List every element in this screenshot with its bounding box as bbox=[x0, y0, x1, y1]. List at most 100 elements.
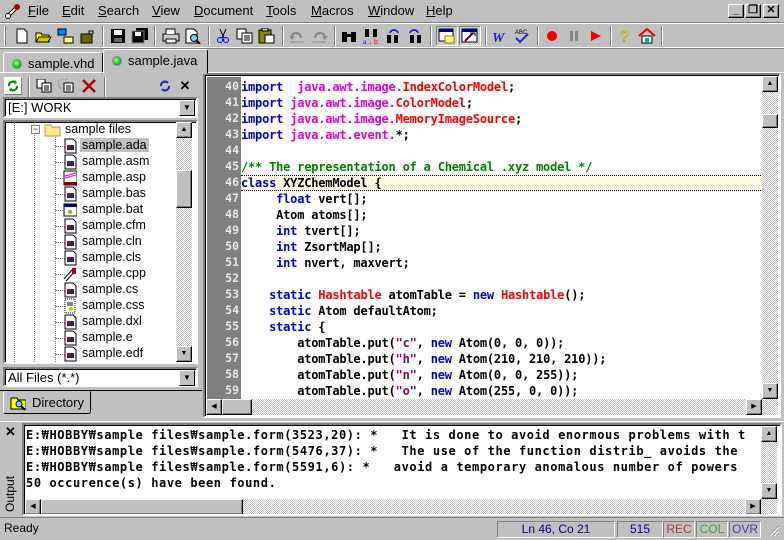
scroll-down-arrow-icon[interactable]: ▼ bbox=[176, 346, 192, 362]
scroll-thumb[interactable] bbox=[176, 170, 192, 208]
code-line[interactable]: static Atom defaultAtom; bbox=[241, 303, 438, 319]
pause-macro-button[interactable] bbox=[563, 26, 585, 46]
scroll-up-arrow-icon[interactable]: ▲ bbox=[176, 122, 192, 138]
close-output-button[interactable]: ✕ bbox=[5, 424, 16, 440]
code-line[interactable]: int tvert[]; bbox=[241, 223, 361, 239]
tree-file-item[interactable]: sample.cls bbox=[80, 250, 143, 266]
dropdown-arrow-icon[interactable]: ▼ bbox=[179, 370, 195, 386]
delete-file-button[interactable] bbox=[80, 77, 98, 95]
toolbar-grip[interactable] bbox=[4, 26, 6, 46]
spell-check-button[interactable]: ABC bbox=[511, 26, 533, 46]
collapse-toggle[interactable]: − bbox=[31, 125, 40, 134]
editor-vscrollbar[interactable]: ▲ ▼ bbox=[762, 76, 778, 399]
help-button[interactable]: ? bbox=[614, 26, 636, 46]
open-remote-button[interactable] bbox=[55, 26, 77, 46]
tree-file-item[interactable]: sample.bat bbox=[80, 202, 145, 218]
code-line[interactable]: Atom atoms[]; bbox=[241, 207, 368, 223]
code-line[interactable]: import java.awt.event.*; bbox=[241, 127, 410, 143]
menu-file[interactable]: File bbox=[28, 3, 49, 18]
scroll-right-arrow-icon[interactable]: ▶ bbox=[746, 399, 762, 415]
replace-button[interactable]: a→ b bbox=[360, 26, 382, 46]
sync-button[interactable] bbox=[156, 77, 174, 95]
menu-help[interactable]: Help bbox=[426, 3, 453, 18]
code-line[interactable]: int ZsortMap[]; bbox=[241, 239, 382, 255]
copy-file-button[interactable] bbox=[35, 77, 53, 95]
tree-file-item[interactable]: sample.bas bbox=[80, 186, 148, 202]
menu-view[interactable]: View bbox=[152, 3, 180, 18]
code-line[interactable]: int nvert, maxvert; bbox=[241, 255, 410, 271]
menu-tools[interactable]: Tools bbox=[266, 3, 296, 18]
play-macro-button[interactable] bbox=[585, 26, 607, 46]
output-line[interactable]: E:₩HOBBY₩sample files₩sample.form(5591,6… bbox=[26, 459, 738, 475]
tree-file-item[interactable]: sample.edf bbox=[80, 346, 145, 362]
output-vscrollbar[interactable]: ▲ ▼ bbox=[761, 426, 777, 499]
scroll-up-arrow-icon[interactable]: ▲ bbox=[762, 76, 778, 92]
move-file-button[interactable] bbox=[57, 77, 75, 95]
record-macro-button[interactable] bbox=[541, 26, 563, 46]
code-line[interactable]: float vert[]; bbox=[241, 191, 368, 207]
code-line[interactable]: atomTable.put("c", new Atom(0, 0, 0)); bbox=[241, 335, 564, 351]
save-all-button[interactable] bbox=[129, 26, 151, 46]
output-line[interactable]: 50 occurence(s) have been found. bbox=[26, 475, 276, 491]
output-line[interactable]: E:₩HOBBY₩sample files₩sample.form(3523,2… bbox=[26, 427, 746, 443]
find-previous-button[interactable] bbox=[404, 26, 426, 46]
scroll-down-arrow-icon[interactable]: ▼ bbox=[762, 383, 778, 399]
scroll-up-arrow-icon[interactable]: ▲ bbox=[761, 426, 777, 442]
new-file-button[interactable] bbox=[11, 26, 33, 46]
output-hscrollbar[interactable]: ◀ ▶ bbox=[25, 499, 777, 514]
home-button[interactable] bbox=[636, 26, 658, 46]
code-line[interactable]: import java.awt.image.MemoryImageSource; bbox=[241, 111, 522, 127]
refresh-tree-button[interactable] bbox=[4, 77, 22, 95]
code-line[interactable]: atomTable.put("h", new Atom(210, 210, 21… bbox=[241, 351, 606, 367]
tab-sample-vhd[interactable]: sample.vhd bbox=[3, 52, 103, 74]
tree-file-item[interactable]: sample.asm bbox=[80, 154, 151, 170]
minimize-button[interactable]: _ bbox=[728, 4, 744, 18]
tree-file-item[interactable]: sample.ada bbox=[80, 138, 149, 154]
toggle-output-button[interactable] bbox=[459, 26, 481, 46]
menu-search[interactable]: Search bbox=[98, 3, 139, 18]
resize-grip-icon[interactable] bbox=[766, 523, 780, 537]
code-line[interactable]: atomTable.put("n", new Atom(0, 0, 255)); bbox=[241, 367, 578, 383]
output-text[interactable]: E:₩HOBBY₩sample files₩sample.form(3523,2… bbox=[22, 423, 782, 516]
tree-file-item[interactable]: sample.cpp bbox=[80, 266, 148, 282]
tree-folder[interactable]: sample files bbox=[63, 122, 133, 138]
code-line[interactable]: import java.awt.image.ColorModel; bbox=[241, 95, 473, 111]
toggle-directory-button[interactable] bbox=[436, 26, 458, 46]
undo-button[interactable] bbox=[286, 26, 308, 46]
scroll-thumb[interactable] bbox=[222, 399, 252, 415]
editor-hscrollbar[interactable]: ◀ ▶ bbox=[206, 399, 778, 415]
code-line[interactable]: static Hashtable atomTable = new Hashtab… bbox=[241, 287, 585, 303]
redo-button[interactable] bbox=[308, 26, 330, 46]
tree-file-item[interactable]: sample.cln bbox=[80, 234, 144, 250]
menu-document[interactable]: Document bbox=[194, 3, 253, 18]
scroll-thumb[interactable] bbox=[41, 499, 243, 514]
word-wrap-button[interactable]: W bbox=[489, 26, 511, 46]
output-line[interactable]: E:₩HOBBY₩sample files₩sample.form(5476,3… bbox=[26, 443, 738, 459]
print-preview-button[interactable] bbox=[182, 26, 204, 46]
bone-app-icon[interactable] bbox=[5, 3, 23, 19]
menu-window[interactable]: Window bbox=[368, 3, 414, 18]
tree-scrollbar[interactable]: ▲ ▼ bbox=[176, 122, 192, 362]
find-button[interactable] bbox=[338, 26, 360, 46]
drive-select[interactable]: [E:] WORK ▼ bbox=[3, 97, 198, 118]
copy-button[interactable] bbox=[234, 26, 256, 46]
code-line[interactable]: static { bbox=[241, 319, 325, 335]
code-editor[interactable]: 40 41 42 43 44 45 46 47 48 49 50 51 52 53 54 55 56 57 58 59… bbox=[203, 73, 781, 418]
tree-file-item[interactable]: sample.cfm bbox=[80, 218, 148, 234]
dropdown-arrow-icon[interactable]: ▼ bbox=[179, 100, 195, 116]
tree-file-item[interactable]: sample.cs bbox=[80, 282, 140, 298]
scroll-left-arrow-icon[interactable]: ◀ bbox=[206, 399, 222, 415]
menu-edit[interactable]: Edit bbox=[62, 3, 84, 18]
tree-file-item[interactable]: sample.dxl bbox=[80, 314, 144, 330]
file-filter-select[interactable]: All Files (*.*) ▼ bbox=[3, 367, 198, 387]
print-button[interactable] bbox=[160, 26, 182, 46]
tree-file-item[interactable]: sample.asp bbox=[80, 170, 148, 186]
save-button[interactable] bbox=[107, 26, 129, 46]
open-project-button[interactable] bbox=[77, 26, 99, 46]
menu-macros[interactable]: Macros bbox=[311, 3, 354, 18]
tab-directory[interactable]: Directory bbox=[3, 391, 91, 414]
scroll-right-arrow-icon[interactable]: ▶ bbox=[745, 499, 761, 514]
tree-file-item[interactable]: sample.css bbox=[80, 298, 147, 314]
restore-button[interactable]: ❐ bbox=[745, 4, 761, 18]
code-line[interactable]: atomTable.put("o", new Atom(255, 0, 0)); bbox=[241, 383, 578, 399]
